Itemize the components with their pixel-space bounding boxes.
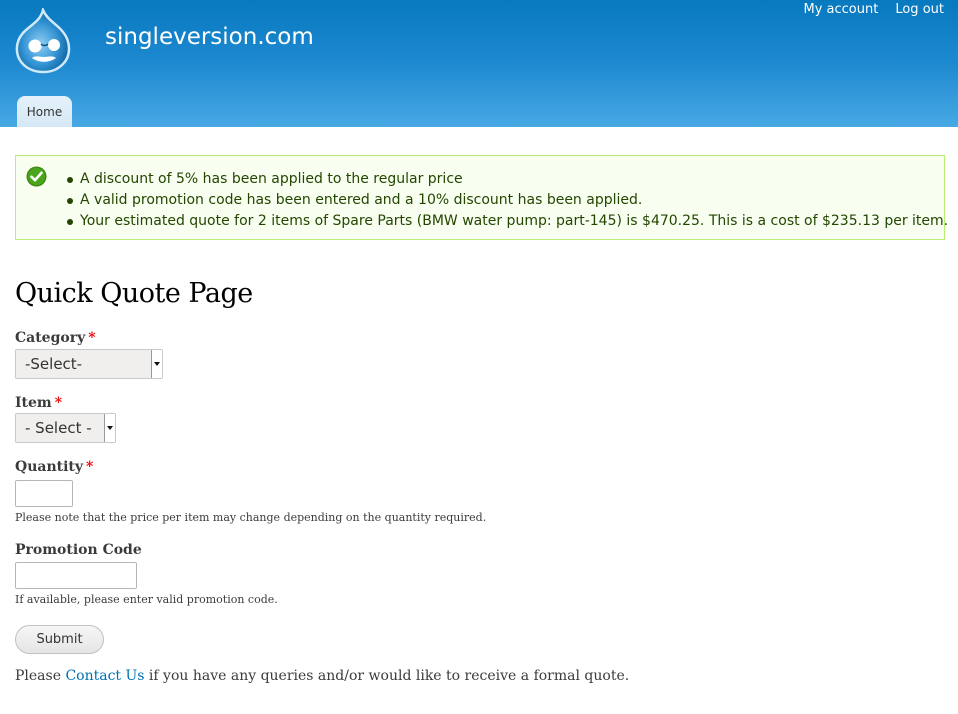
check-circle-icon [26, 166, 47, 187]
quantity-label-text: Quantity [15, 459, 84, 475]
message-item: A discount of 5% has been applied to the… [66, 169, 948, 190]
contact-note-before: Please [15, 668, 66, 684]
chevron-down-icon[interactable] [104, 414, 115, 442]
chevron-down-icon[interactable] [151, 350, 162, 378]
required-marker: * [88, 330, 96, 346]
contact-us-link[interactable]: Contact Us [65, 668, 144, 684]
secondary-menu: My account Log out [804, 2, 945, 17]
log-out-link[interactable]: Log out [895, 2, 944, 17]
promotion-code-input[interactable] [15, 562, 137, 589]
category-select-value: -Select- [25, 355, 83, 373]
item-select-value: - Select - [25, 419, 92, 437]
category-label: Category * [15, 330, 96, 346]
main-menu: Home [17, 96, 72, 127]
site-name-link[interactable]: singleversion.com [105, 24, 314, 50]
contact-note: Please Contact Us if you have any querie… [15, 668, 629, 684]
message-item: Your estimated quote for 2 items of Spar… [66, 211, 948, 232]
messages-list: A discount of 5% has been applied to the… [66, 169, 948, 232]
status-messages: A discount of 5% has been applied to the… [15, 155, 948, 240]
page-title: Quick Quote Page [15, 278, 253, 309]
item-select[interactable]: - Select - [15, 413, 116, 443]
drupal-logo-icon[interactable] [13, 8, 73, 74]
submit-button[interactable]: Submit [15, 625, 104, 654]
quantity-description: Please note that the price per item may … [15, 511, 487, 524]
message-item: A valid promotion code has been entered … [66, 190, 948, 211]
item-label: Item * [15, 395, 62, 411]
required-marker: * [54, 395, 63, 411]
category-label-text: Category [15, 330, 86, 346]
promotion-code-description: If available, please enter valid promoti… [15, 593, 278, 606]
site-header: singleversion.com My account Log out Hom… [0, 0, 958, 127]
tab-home[interactable]: Home [17, 96, 72, 127]
promotion-code-label: Promotion Code [15, 542, 142, 558]
contact-note-after: if you have any queries and/or would lik… [144, 668, 630, 684]
item-label-text: Item [15, 395, 52, 411]
required-marker: * [86, 459, 94, 475]
promotion-code-label-text: Promotion Code [15, 542, 142, 558]
quantity-label: Quantity * [15, 459, 93, 475]
my-account-link[interactable]: My account [804, 2, 879, 17]
quantity-input[interactable] [15, 480, 73, 507]
category-select[interactable]: -Select- [15, 349, 163, 379]
